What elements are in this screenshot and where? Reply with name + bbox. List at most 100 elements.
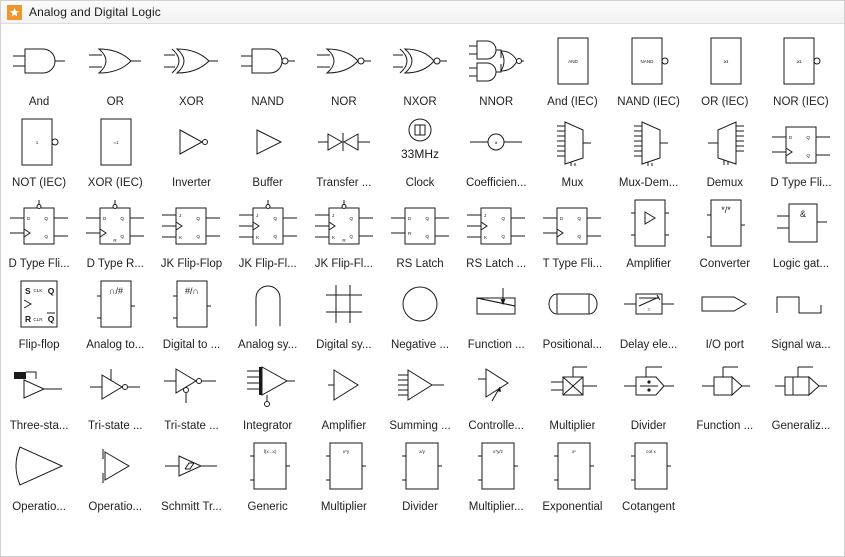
stencil-item-label: Analog to... [86,339,145,351]
stencil-item-label: Controlle... [468,420,525,432]
stencil-item-multiplier-x[interactable]: Multiplier [534,354,610,435]
stencil-item-op-amp-curved[interactable]: Operatio... [1,435,77,516]
stencil-item-inverter[interactable]: Inverter [153,111,229,192]
stencil-item-label: T Type Fli... [542,258,603,270]
stencil-item-integrator[interactable]: Integrator [230,354,306,435]
stencil-item-clock[interactable]: 33MHz Clock [382,111,458,192]
stencil-item-label: Summing ... [389,420,451,432]
stencil-item-and[interactable]: And [1,30,77,111]
stencil-item-mux[interactable]: Mux [534,111,610,192]
stencil-item-logic-gate[interactable]: & Logic gat... [763,192,839,273]
stencil-item-three-state[interactable]: Three-sta... [1,354,77,435]
stencil-item-amplifier-tri[interactable]: Amplifier [306,354,382,435]
stencil-item-io-port[interactable]: I/O port [687,273,763,354]
stencil-item-cotangent[interactable]: cot x Cotangent [611,435,687,516]
stencil-item-generic[interactable]: f(x...x) Generic [230,435,306,516]
labeled-box-icon: */* [688,194,762,252]
stencil-item-xor-iec[interactable]: =1 XOR (IEC) [77,111,153,192]
stencil-item-digital-to-analog[interactable]: #/∩ Digital to ... [153,273,229,354]
stencil-item-label: Exponential [542,501,603,513]
svg-text:x*y/z: x*y/z [493,449,504,454]
stencil-item-label: Function ... [696,420,754,432]
stencil-item-converter[interactable]: */* Converter [687,192,763,273]
stencil-item-multiplier-div[interactable]: x*y/z Multiplier... [458,435,534,516]
stencil-item-nor[interactable]: NOR [306,30,382,111]
inverter-icon [154,113,228,171]
stencil-item-signal-wave[interactable]: Signal wa... [763,273,839,354]
func-box-icon: f(x...x) [231,437,305,495]
stencil-item-controlled-amp[interactable]: Controlle... [458,354,534,435]
schmitt-icon [154,437,228,495]
stencil-item-jk-flipflop-2[interactable]: JK Q Q JK Flip-Fl... [230,192,306,273]
stencil-item-tri-state-1[interactable]: Tri-state ... [77,354,153,435]
func-box-icon: x*y/z [459,437,533,495]
stencil-item-buffer[interactable]: Buffer [230,111,306,192]
stencil-item-label: NNOR [479,96,514,108]
stencil-item-coefficient[interactable]: a Coefficien... [458,111,534,192]
multiplier-x-icon [535,356,609,414]
stencil-item-summing-amp[interactable]: Summing ... [382,354,458,435]
stencil-item-label: Flip-flop [18,339,60,351]
stencil-item-jk-flipflop-3[interactable]: JK Q QR JK Flip-Fl... [306,192,382,273]
svg-text:#/∩: #/∩ [185,286,199,296]
stencil-item-and-iec[interactable]: AND And (IEC) [534,30,610,111]
svg-text:CLK: CLK [34,288,44,293]
stencil-item-divider-sym[interactable]: Divider [611,354,687,435]
stencil-item-multiplier-box[interactable]: x*y Multiplier [306,435,382,516]
stencil-item-nand-iec[interactable]: NAND NAND (IEC) [611,30,687,111]
stencil-item-d-type-reset[interactable]: D Q QR D Type R... [77,192,153,273]
amp-triangle-icon [307,356,381,414]
stencil-item-nxor[interactable]: NXOR [382,30,458,111]
stencil-item-label: Cotangent [622,501,676,513]
stencil-item-label: Multiplier... [468,501,524,513]
svg-text:≥1: ≥1 [796,59,802,64]
stencil-item-jk-flipflop[interactable]: JK Q Q JK Flip-Flop [153,192,229,273]
stencil-item-transfer-gate[interactable]: Transfer ... [306,111,382,192]
stencil-item-divider-box[interactable]: x/y Divider [382,435,458,516]
stencil-item-positional[interactable]: Positional... [534,273,610,354]
stencil-item-label: Analog sy... [238,339,298,351]
stencil-item-schmitt-trigger[interactable]: Schmitt Tr... [153,435,229,516]
stencil-item-flip-flop[interactable]: S Q CLK R CLR Q Flip-flop [1,273,77,354]
stencil-item-demux[interactable]: Demux [687,111,763,192]
stencil-item-tri-state-2[interactable]: Tri-state ... [153,354,229,435]
stencil-item-function-block[interactable]: Function ... [458,273,534,354]
stencil-item-label: Signal wa... [771,339,831,351]
svg-text:33MHz: 33MHz [401,147,439,161]
stencil-item-label: Integrator [243,420,293,432]
stencil-item-op-amp-tri[interactable]: Operatio... [77,435,153,516]
stencil-item-label: Multiplier [549,420,596,432]
stencil-item-rs-latch-2[interactable]: JK Q Q RS Latch ... [458,192,534,273]
stencil-item-delay-element[interactable]: t Delay ele... [611,273,687,354]
stencil-item-t-type-flipflop[interactable]: D Q Q T Type Fli... [534,192,610,273]
stencil-item-label: OR [106,96,124,108]
ff-3in-preset-icon: JK Q Q [231,194,305,252]
stencil-item-or-iec[interactable]: ≥1 OR (IEC) [687,30,763,111]
function-ramp-icon [459,275,533,333]
ff-2in-icon: D Q Q [535,194,609,252]
stencil-item-generalized[interactable]: Generaliz... [763,354,839,435]
stencil-item-label: Clock [405,177,435,189]
stencil-item-analog-to-digital[interactable]: ∩/# Analog to... [77,273,153,354]
stencil-item-label: Amplifier [321,420,367,432]
stencil-item-amplifier-box[interactable]: Amplifier [611,192,687,273]
stencil-item-nnor[interactable]: NNOR [458,30,534,111]
svg-text:x/y: x/y [419,449,426,454]
stencil-item-function-gen[interactable]: Function ... [687,354,763,435]
stencil-item-d-type-flipflop[interactable]: D Q Q D Type Fli... [763,111,839,192]
stencil-item-not-iec[interactable]: 1 NOT (IEC) [1,111,77,192]
stencil-item-exponential[interactable]: xⁿ Exponential [534,435,610,516]
stencil-item-mux-demux[interactable]: Mux-Dem... [611,111,687,192]
stencil-item-d-type-flipflop-2[interactable]: D Q Q D Type Fli... [1,192,77,273]
stencil-item-analog-signal[interactable]: Analog sy... [230,273,306,354]
stencil-item-nand[interactable]: NAND [230,30,306,111]
stencil-item-rs-latch[interactable]: DR Q Q RS Latch [382,192,458,273]
stencil-item-or[interactable]: OR [77,30,153,111]
stencil-item-digital-signal[interactable]: Digital sy... [306,273,382,354]
stencil-item-nor-iec[interactable]: ≥1 NOR (IEC) [763,30,839,111]
controlled-amp-icon [459,356,533,414]
stencil-item-xor[interactable]: XOR [153,30,229,111]
stencil-item-negative-logic[interactable]: Negative ... [382,273,458,354]
svg-text:Q: Q [45,216,49,221]
stencil-item-label: RS Latch ... [466,258,527,270]
